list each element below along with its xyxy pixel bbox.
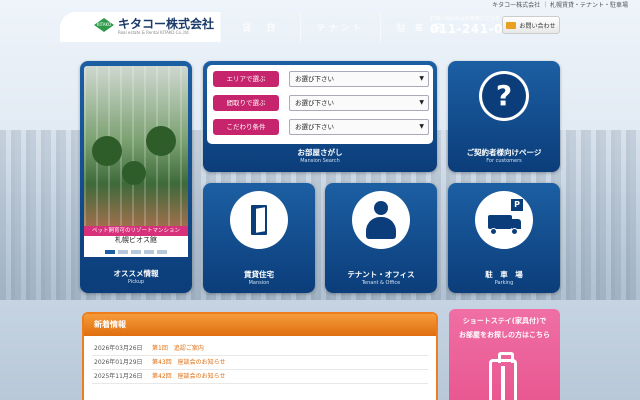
mail-icon	[506, 21, 517, 29]
tenant-card[interactable]: テナント・オフィス Tenant & Office	[325, 183, 437, 293]
mansion-subtitle: Mansion	[248, 280, 270, 286]
conditions-select[interactable]: お選び下さい ▼	[289, 119, 429, 135]
customers-card[interactable]: ? ご契約者様向けページ For customers	[448, 61, 560, 172]
pickup-subtitle: Pickup	[127, 279, 145, 285]
truck-parking-icon: P	[475, 191, 533, 249]
tenant-title: テナント・オフィス	[347, 270, 415, 279]
news-date: 2025年11月26日	[94, 373, 143, 380]
slider-dot[interactable]	[118, 250, 128, 254]
parking-title: 駐 車 場	[485, 270, 523, 279]
pickup-tag: ペット飼育可のリゾートマンション	[84, 226, 188, 236]
slider-dot[interactable]	[157, 250, 167, 254]
chevron-down-icon: ▼	[419, 99, 424, 106]
slider-dot[interactable]	[105, 250, 115, 254]
news-date: 2026年01月29日	[94, 359, 143, 366]
pickup-photo[interactable]	[84, 66, 188, 234]
nav-tenant[interactable]: テナント	[300, 12, 380, 42]
news-item[interactable]: 2026年03月26日 第1回 追認ご案内	[92, 342, 428, 356]
door-icon	[230, 191, 288, 249]
search-form: エリアで選ぶ お選び下さい ▼ 間取りで選ぶ お選び下さい ▼ こだわり条件 お選び…	[207, 65, 433, 144]
main-nav: 賃 貸 テナント 駐 車 場	[220, 12, 460, 42]
layout-label: 間取りで選ぶ	[213, 95, 279, 111]
news-item[interactable]: 2026年01月29日 第43回 座談会のお知らせ	[92, 356, 428, 370]
palm-icon	[122, 161, 146, 185]
pickup-title: オススメ情報	[113, 269, 159, 278]
question-icon: ?	[479, 71, 529, 121]
businessman-icon	[352, 191, 410, 249]
layout-select[interactable]: お選び下さい ▼	[289, 95, 429, 111]
conditions-label: こだわり条件	[213, 119, 279, 135]
news-title[interactable]: 第42回 座談会のお知らせ	[152, 370, 226, 383]
nav-rental[interactable]: 賃 貸	[220, 12, 300, 42]
top-strip: キタコー株式会社 ｜ 札幌賃貸・テナント・駐車場	[492, 2, 628, 9]
customers-subtitle: For customers	[486, 158, 522, 164]
chevron-down-icon: ▼	[419, 75, 424, 82]
contact-button[interactable]: お問い合わせ	[502, 16, 560, 34]
contact-button-label: お問い合わせ	[519, 22, 556, 30]
search-title: お部屋さがし	[297, 148, 343, 157]
mansion-title: 賃貸住宅	[244, 270, 274, 279]
short-stay-line2: お部屋をお探しの方はこちら	[459, 331, 550, 339]
news-panel: 新着情報 2026年03月26日 第1回 追認ご案内 2026年01月29日 第…	[82, 312, 438, 400]
mansion-card[interactable]: 賃貸住宅 Mansion	[203, 183, 315, 293]
palm-icon	[92, 136, 122, 166]
mansion-search-card: エリアで選ぶ お選び下さい ▼ 間取りで選ぶ お選び下さい ▼ こだわり条件 お選び…	[203, 61, 437, 172]
logo-mark-icon: KITAKO	[94, 18, 114, 32]
short-stay-line1: ショートステイ(家具付)で	[462, 317, 547, 325]
area-select-value: お選び下さい	[295, 75, 334, 83]
question-mark: ?	[482, 74, 526, 118]
parking-subtitle: Parking	[494, 280, 514, 286]
suitcase-icon	[489, 352, 517, 400]
slider-dot[interactable]	[144, 250, 154, 254]
tenant-subtitle: Tenant & Office	[361, 280, 401, 286]
logo[interactable]: KITAKO キタコー株式会社 Real estate & Rental KIT…	[60, 12, 220, 42]
palm-icon	[146, 126, 176, 156]
area-select[interactable]: お選び下さい ▼	[289, 71, 429, 87]
pickup-card[interactable]: 札幌ビオス館 オススメ情報 Pickup	[80, 61, 192, 293]
logo-mark-text: KITAKO	[96, 22, 112, 27]
area-label: エリアで選ぶ	[213, 71, 279, 87]
conditions-select-value: お選び下さい	[295, 123, 334, 131]
short-stay-banner[interactable]: ショートステイ(家具付)で お部屋をお探しの方はこちら	[449, 309, 560, 400]
slider-dots	[84, 247, 188, 257]
layout-select-value: お選び下さい	[295, 99, 334, 107]
search-row-conditions: こだわり条件 お選び下さい ▼	[213, 119, 429, 135]
search-subtitle: Mansion Search	[300, 158, 340, 164]
parking-sign: P	[511, 199, 523, 211]
parking-card[interactable]: P 駐 車 場 Parking	[448, 183, 560, 293]
news-heading: 新着情報	[84, 314, 436, 336]
news-item[interactable]: 2025年11月26日 第42回 座談会のお知らせ	[92, 370, 428, 384]
customers-title: ご契約者様向けページ	[466, 148, 542, 157]
search-row-area: エリアで選ぶ お選び下さい ▼	[213, 71, 429, 87]
slider-dot[interactable]	[131, 250, 141, 254]
chevron-down-icon: ▼	[419, 123, 424, 130]
search-row-layout: 間取りで選ぶ お選び下さい ▼	[213, 95, 429, 111]
news-title[interactable]: 第43回 座談会のお知らせ	[152, 356, 226, 369]
logo-subtext: Real estate & Rental KITAKO Co.,ltd.	[118, 30, 190, 35]
news-date: 2026年03月26日	[94, 345, 143, 352]
news-title[interactable]: 第1回 追認ご案内	[152, 342, 204, 355]
